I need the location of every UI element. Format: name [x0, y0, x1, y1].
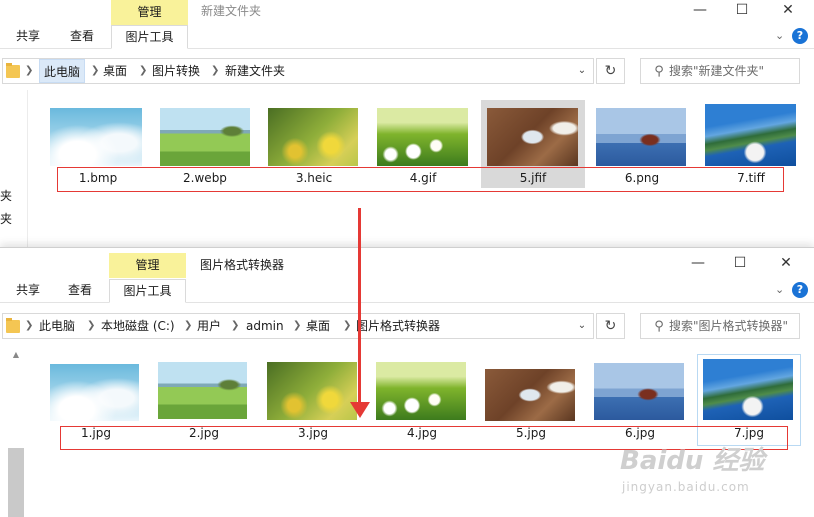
search-placeholder: 搜索"图片格式转换器"	[669, 319, 789, 333]
refresh-button[interactable]: ↻	[596, 313, 625, 339]
image-thumbnail[interactable]	[50, 364, 139, 421]
search-input[interactable]: ⚲ 搜索"新建文件夹"	[640, 58, 800, 84]
tab-share[interactable]: 共享	[16, 279, 40, 303]
navigation-pane[interactable]: 夹 夹	[0, 90, 28, 252]
chevron-down-icon[interactable]: ⌄	[571, 59, 593, 83]
minimize-button[interactable]: —	[678, 0, 722, 22]
breadcrumb-local-disk[interactable]: 本地磁盘 (C:)	[101, 314, 175, 338]
search-placeholder: 搜索"新建文件夹"	[669, 64, 765, 78]
address-row: ❯ 此电脑 ❯ 桌面 ❯ 图片转换 ❯ 新建文件夹 ⌄ ↻ ⚲ 搜索"新建文件夹"	[0, 55, 814, 87]
image-thumbnail[interactable]	[703, 359, 793, 420]
chevron-right-icon: ❯	[91, 65, 100, 76]
ribbon: 共享 查看 图片工具 ⌄ ?	[0, 279, 814, 303]
chevron-right-icon: ❯	[87, 320, 96, 331]
breadcrumb-image-convert[interactable]: 图片转换	[152, 59, 200, 83]
search-icon: ⚲	[654, 319, 664, 334]
breadcrumb-admin[interactable]: admin	[246, 314, 284, 338]
image-thumbnail[interactable]	[376, 362, 466, 420]
image-thumbnail[interactable]	[50, 108, 142, 166]
address-bar[interactable]: ❯ 此电脑 ❯ 桌面 ❯ 图片转换 ❯ 新建文件夹 ⌄	[2, 58, 594, 84]
scroll-thumb[interactable]	[8, 448, 24, 517]
nav-item-fragment[interactable]: 夹	[0, 187, 12, 204]
image-thumbnail[interactable]	[267, 362, 357, 420]
tab-picture-tools[interactable]: 图片工具	[109, 279, 186, 303]
ribbon: 共享 查看 图片工具 ⌄ ?	[0, 25, 814, 49]
chevron-right-icon: ❯	[25, 320, 34, 331]
nav-item-fragment[interactable]: 夹	[0, 210, 12, 227]
image-thumbnail[interactable]	[268, 108, 358, 166]
folder-icon	[6, 63, 20, 78]
image-thumbnail[interactable]	[705, 104, 796, 166]
chevron-right-icon: ❯	[184, 320, 193, 331]
image-thumbnail[interactable]	[158, 362, 247, 419]
watermark-logo: Baidu 经验	[620, 446, 765, 476]
chevron-right-icon: ❯	[211, 65, 220, 76]
image-thumbnail[interactable]	[160, 108, 250, 166]
chevron-down-icon[interactable]: ⌄	[571, 314, 593, 338]
expand-ribbon-icon[interactable]: ⌄	[775, 29, 784, 42]
minimize-button[interactable]: —	[676, 253, 720, 275]
close-button[interactable]: ✕	[766, 0, 810, 22]
image-thumbnail[interactable]	[487, 108, 578, 166]
window-title: 图片格式转换器	[200, 258, 285, 272]
watermark-url: jingyan.baidu.com	[622, 480, 750, 494]
breadcrumb-desktop[interactable]: 桌面	[306, 314, 330, 338]
image-thumbnail[interactable]	[377, 108, 468, 166]
tab-picture-tools[interactable]: 图片工具	[111, 25, 188, 49]
tab-view[interactable]: 查看	[70, 25, 94, 49]
annotation-arrow-head	[350, 402, 370, 418]
manage-tab[interactable]: 管理	[109, 253, 186, 278]
title-bar: 管理 图片格式转换器 — ☐ ✕	[0, 248, 814, 278]
chevron-right-icon: ❯	[25, 65, 34, 76]
vertical-scrollbar[interactable]: ▲	[8, 348, 24, 517]
annotation-arrow-line	[358, 208, 361, 408]
breadcrumb-new-folder[interactable]: 新建文件夹	[225, 59, 285, 83]
refresh-button[interactable]: ↻	[596, 58, 625, 84]
highlight-box	[57, 167, 784, 192]
folder-icon	[6, 318, 20, 333]
breadcrumb-desktop[interactable]: 桌面	[103, 59, 127, 83]
chevron-right-icon: ❯	[293, 320, 302, 331]
tab-view[interactable]: 查看	[68, 279, 92, 303]
top-explorer-window: 管理 新建文件夹 — ☐ ✕ 共享 查看 图片工具 ⌄ ? ❯ 此电脑 ❯ 桌面…	[0, 0, 814, 252]
breadcrumb-this-pc[interactable]: 此电脑	[39, 314, 75, 338]
address-bar[interactable]: ❯ 此电脑 ❯ 本地磁盘 (C:) ❯ 用户 ❯ admin ❯ 桌面 ❯ 图片…	[2, 313, 594, 339]
breadcrumb-users[interactable]: 用户	[197, 314, 221, 338]
maximize-button[interactable]: ☐	[718, 253, 762, 275]
breadcrumb-this-pc[interactable]: 此电脑	[39, 59, 86, 83]
help-icon[interactable]: ?	[792, 28, 808, 44]
image-thumbnail[interactable]	[596, 108, 686, 166]
image-thumbnail[interactable]	[594, 363, 684, 420]
scroll-up-icon[interactable]: ▲	[8, 348, 24, 362]
title-bar: 管理 新建文件夹 — ☐ ✕	[0, 0, 814, 25]
manage-tab[interactable]: 管理	[111, 0, 188, 25]
chevron-right-icon: ❯	[343, 320, 352, 331]
help-icon[interactable]: ?	[792, 282, 808, 298]
window-title: 新建文件夹	[201, 4, 262, 18]
close-button[interactable]: ✕	[764, 253, 808, 275]
maximize-button[interactable]: ☐	[720, 0, 764, 22]
search-input[interactable]: ⚲ 搜索"图片格式转换器"	[640, 313, 800, 339]
expand-ribbon-icon[interactable]: ⌄	[775, 283, 784, 296]
chevron-right-icon: ❯	[231, 320, 240, 331]
tab-share[interactable]: 共享	[16, 25, 40, 49]
address-row: ❯ 此电脑 ❯ 本地磁盘 (C:) ❯ 用户 ❯ admin ❯ 桌面 ❯ 图片…	[0, 310, 814, 342]
search-icon: ⚲	[654, 64, 664, 79]
chevron-right-icon: ❯	[139, 65, 148, 76]
image-thumbnail[interactable]	[485, 369, 575, 421]
breadcrumb-image-format-converter[interactable]: 图片格式转换器	[356, 314, 440, 338]
